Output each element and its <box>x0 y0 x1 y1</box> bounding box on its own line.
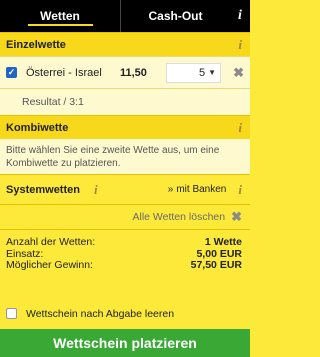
tab-bets[interactable]: Wetten <box>0 0 120 32</box>
empty-after-submit-checkbox[interactable] <box>6 308 17 319</box>
empty-after-submit-label: Wettschein nach Abgabe leeren <box>26 307 175 320</box>
system-bet-row: Systemwetten i » mit Banken i <box>0 174 250 204</box>
bet-checkbox[interactable]: ✓ <box>6 67 17 78</box>
bet-row: ✓ Österrei - Israel 11,50 5 ▼ ✖ <box>0 56 250 88</box>
combo-hint: Bitte wählen Sie eine zweite Wette aus, … <box>0 139 250 174</box>
tab-bets-label: Wetten <box>40 9 80 23</box>
stake-select[interactable]: 5 ▼ <box>166 62 221 83</box>
combo-bet-header: Kombiwette i <box>0 115 250 139</box>
bet-result: Resultat / 3:1 <box>0 88 250 115</box>
summary-count-row: Anzahl der Wetten: 1 Wette <box>6 236 242 249</box>
clear-all-icon: ✖ <box>231 209 242 224</box>
summary-win-label: Möglicher Gewinn: <box>6 259 93 271</box>
bet-summary: Anzahl der Wetten: 1 Wette Einsatz: 5,00… <box>0 229 250 301</box>
remove-bet-icon[interactable]: ✖ <box>233 65 244 81</box>
info-icon[interactable]: i <box>230 0 250 32</box>
place-bet-label: Wettschein platzieren <box>53 335 197 351</box>
tab-cashout-label: Cash-Out <box>148 9 203 23</box>
single-bet-header: Einzelwette i <box>0 32 250 56</box>
system-bet-info-icon[interactable]: i <box>94 182 98 198</box>
clear-all-label: Alle Wetten löschen <box>132 211 226 223</box>
system-bet-title: Systemwetten <box>6 183 80 196</box>
clear-all-bets[interactable]: Alle Wetten löschen ✖ <box>0 204 250 229</box>
with-banks-link[interactable]: » mit Banken <box>168 184 227 195</box>
bet-match: Österrei - Israel <box>26 66 102 79</box>
bet-odds: 11,50 <box>120 66 147 79</box>
tab-cashout[interactable]: Cash-Out <box>120 0 230 32</box>
combo-bet-title: Kombiwette <box>6 121 69 134</box>
chevron-down-icon: ▼ <box>208 68 216 77</box>
bet-slip-tabs: Wetten Cash-Out i <box>0 0 250 32</box>
summary-count-value: 1 Wette <box>204 236 242 248</box>
place-bet-button[interactable]: Wettschein platzieren <box>0 329 250 357</box>
double-chevron-icon: » <box>167 184 174 195</box>
combo-bet-info-icon[interactable]: i <box>238 120 242 136</box>
bet-result-label: Resultat / 3:1 <box>22 96 84 108</box>
summary-count-label: Anzahl der Wetten: <box>6 236 96 248</box>
empty-after-submit-option[interactable]: Wettschein nach Abgabe leeren <box>0 301 250 326</box>
single-bet-info-icon[interactable]: i <box>238 37 242 53</box>
with-banks-label: mit Banken <box>176 184 227 195</box>
single-bet-title: Einzelwette <box>6 38 66 51</box>
summary-win-row: Möglicher Gewinn: 57,50 EUR <box>6 259 242 272</box>
summary-win-value: 57,50 EUR <box>190 259 242 271</box>
system-banks-info-icon[interactable]: i <box>238 182 242 198</box>
stake-value: 5 <box>198 66 206 79</box>
